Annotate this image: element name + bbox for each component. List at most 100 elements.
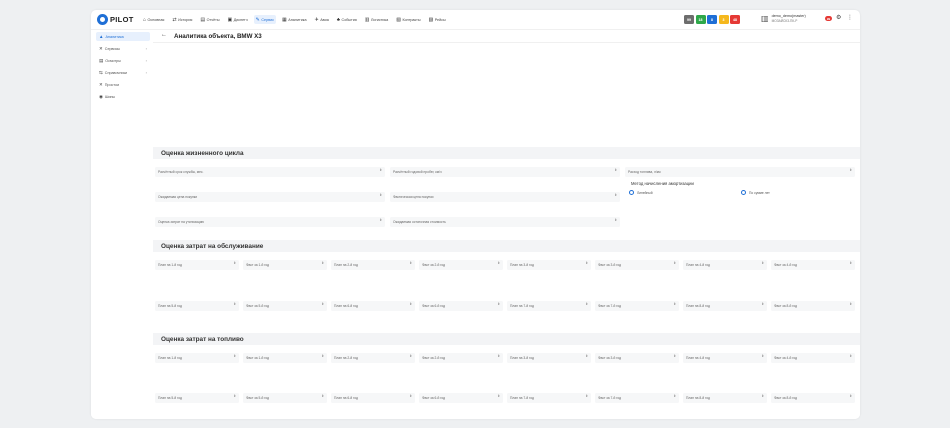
stepper-icon[interactable]: ⇕ <box>497 354 500 358</box>
radio-circle-icon[interactable] <box>629 190 634 195</box>
stepper-icon[interactable]: ⇕ <box>761 261 764 265</box>
fuel-year-field[interactable]: План на 5-й год ⇕ <box>155 393 239 403</box>
maintenance-year-field[interactable]: Факт за 2-й год ⇕ <box>419 260 503 270</box>
expected-price-input[interactable]: Ожидаемая цена покупки ⇕ <box>155 192 385 202</box>
nav-item-6[interactable]: ✈ Авиа <box>313 15 331 24</box>
nav-item-7[interactable]: ♣ События <box>335 15 359 24</box>
maintenance-year-field[interactable]: Факт за 6-й год ⇕ <box>419 301 503 311</box>
sidebar-item-3[interactable]: ⇆ Справочники › <box>96 68 150 77</box>
maintenance-year-field[interactable]: Факт за 4-й год ⇕ <box>771 260 855 270</box>
stepper-icon[interactable]: ⇕ <box>321 302 324 306</box>
sidebar-item-1[interactable]: ✕ Сервисы › <box>96 44 150 53</box>
status-badge[interactable]: 99 <box>684 15 694 24</box>
stepper-icon[interactable]: ⇕ <box>233 354 236 358</box>
maintenance-year-field[interactable]: План на 8-й год ⇕ <box>683 301 767 311</box>
maintenance-year-field[interactable]: План на 3-й год ⇕ <box>507 260 591 270</box>
stepper-icon[interactable]: ⇕ <box>497 261 500 265</box>
stepper-icon[interactable]: ⇕ <box>233 394 236 398</box>
nav-item-2[interactable]: ▤ Отчёты <box>198 15 221 24</box>
status-badge[interactable]: 18 <box>695 15 706 24</box>
sidebar-item-2[interactable]: ▤ Осмотры › <box>96 56 150 65</box>
residual-value-input[interactable]: Ожидаемая остаточная стоимость ⇕ <box>390 217 620 227</box>
stepper-icon[interactable]: ⇕ <box>673 394 676 398</box>
maintenance-year-field[interactable]: Факт за 3-й год ⇕ <box>595 260 679 270</box>
nav-item-0[interactable]: ⌂ Основная <box>141 15 166 24</box>
maintenance-year-field[interactable]: План на 2-й год ⇕ <box>331 260 415 270</box>
fuel-year-field[interactable]: Факт за 3-й год ⇕ <box>595 353 679 363</box>
stepper-icon[interactable]: ⇕ <box>673 354 676 358</box>
stepper-icon[interactable]: ⇕ <box>233 261 236 265</box>
stepper-icon[interactable]: ⇕ <box>497 394 500 398</box>
fuel-year-field[interactable]: План на 6-й год ⇕ <box>331 393 415 403</box>
fuel-year-field[interactable]: План на 7-й год ⇕ <box>507 393 591 403</box>
stepper-icon[interactable]: ⇕ <box>409 261 412 265</box>
stepper-icon[interactable]: ⇕ <box>849 261 852 265</box>
nav-item-8[interactable]: ▥ Логистика <box>363 15 390 24</box>
stepper-icon[interactable]: ⇕ <box>761 354 764 358</box>
maintenance-year-field[interactable]: План на 7-й год ⇕ <box>507 301 591 311</box>
radio-circle-icon[interactable] <box>741 190 746 195</box>
stepper-icon[interactable]: ⇕ <box>497 302 500 306</box>
user-menu[interactable]: ▥ demo_demo(master) МОЗАЙСК3-ПК-Р <box>761 14 806 23</box>
stepper-icon[interactable]: ⇕ <box>409 394 412 398</box>
nav-item-3[interactable]: ▣ Диспетч <box>226 15 250 24</box>
fuel-year-field[interactable]: Факт за 5-й год ⇕ <box>243 393 327 403</box>
actual-price-input[interactable]: Фактическая цена покупки ⇕ <box>390 192 620 202</box>
stepper-icon[interactable]: ⇕ <box>233 302 236 306</box>
stepper-icon[interactable]: ⇕ <box>614 218 617 222</box>
fuel-year-field[interactable]: Факт за 7-й год ⇕ <box>595 393 679 403</box>
maintenance-year-field[interactable]: План на 6-й год ⇕ <box>331 301 415 311</box>
fuel-consumption-input[interactable]: Расход топлива, л/км ⇕ <box>625 167 855 177</box>
stepper-icon[interactable]: ⇕ <box>321 261 324 265</box>
stepper-icon[interactable]: ⇕ <box>379 218 382 222</box>
fuel-year-field[interactable]: План на 2-й год ⇕ <box>331 353 415 363</box>
stepper-icon[interactable]: ⇕ <box>585 302 588 306</box>
stepper-icon[interactable]: ⇕ <box>321 394 324 398</box>
fuel-year-field[interactable]: План на 8-й год ⇕ <box>683 393 767 403</box>
fuel-year-field[interactable]: Факт за 4-й год ⇕ <box>771 353 855 363</box>
stepper-icon[interactable]: ⇕ <box>321 354 324 358</box>
fuel-year-field[interactable]: Факт за 1-й год ⇕ <box>243 353 327 363</box>
back-arrow-icon[interactable]: ← <box>161 32 167 38</box>
fuel-year-field[interactable]: План на 1-й год ⇕ <box>155 353 239 363</box>
brand-logo[interactable]: PILOT <box>97 14 134 25</box>
stepper-icon[interactable]: ⇕ <box>585 261 588 265</box>
stepper-icon[interactable]: ⇕ <box>849 302 852 306</box>
stepper-icon[interactable]: ⇕ <box>673 302 676 306</box>
stepper-icon[interactable]: ⇕ <box>614 193 617 197</box>
maintenance-year-field[interactable]: Факт за 5-й год ⇕ <box>243 301 327 311</box>
fuel-year-field[interactable]: План на 4-й год ⇕ <box>683 353 767 363</box>
fuel-year-field[interactable]: Факт за 8-й год ⇕ <box>771 393 855 403</box>
maintenance-year-field[interactable]: План на 4-й год ⇕ <box>683 260 767 270</box>
amortization-option-0[interactable]: Линейный <box>629 190 653 195</box>
stepper-icon[interactable]: ⇕ <box>761 394 764 398</box>
stepper-icon[interactable]: ⇕ <box>379 193 382 197</box>
fuel-year-field[interactable]: Факт за 2-й год ⇕ <box>419 353 503 363</box>
service-life-input[interactable]: Расчётный срок службы, мес. ⇕ <box>155 167 385 177</box>
gear-icon[interactable]: ⚙ <box>836 14 841 21</box>
stepper-icon[interactable]: ⇕ <box>379 168 382 172</box>
nav-item-5[interactable]: ▦ Аналитика <box>280 15 309 24</box>
sidebar-item-5[interactable]: ◉ Шины <box>96 92 150 101</box>
stepper-icon[interactable]: ⇕ <box>409 302 412 306</box>
annual-mileage-input[interactable]: Расчётный годовой пробег, км/ч ⇕ <box>390 167 620 177</box>
fuel-year-field[interactable]: План на 3-й год ⇕ <box>507 353 591 363</box>
fuel-year-field[interactable]: Факт за 6-й год ⇕ <box>419 393 503 403</box>
maintenance-year-field[interactable]: Факт за 7-й год ⇕ <box>595 301 679 311</box>
status-badge[interactable]: 48 <box>730 15 740 24</box>
nav-item-10[interactable]: ▨ Рейсы <box>426 15 447 24</box>
disposal-cost-input[interactable]: Оценка затрат на утилизацию ⇕ <box>155 217 385 227</box>
status-badge[interactable]: 3 <box>718 15 729 24</box>
stepper-icon[interactable]: ⇕ <box>409 354 412 358</box>
stepper-icon[interactable]: ⇕ <box>673 261 676 265</box>
stepper-icon[interactable]: ⇕ <box>585 394 588 398</box>
status-badge[interactable]: 8 <box>707 15 717 24</box>
maintenance-year-field[interactable]: План на 1-й год ⇕ <box>155 260 239 270</box>
more-vertical-icon[interactable]: ⋮ <box>847 14 853 21</box>
nav-item-4[interactable]: ✎ Сервис <box>253 15 277 24</box>
stepper-icon[interactable]: ⇕ <box>849 168 852 172</box>
sidebar-item-4[interactable]: ✕ Простои <box>96 80 150 89</box>
stepper-icon[interactable]: ⇕ <box>849 394 852 398</box>
sidebar-item-0[interactable]: ▲ Аналитика <box>96 32 150 41</box>
nav-item-1[interactable]: ⇄ История <box>170 15 194 24</box>
